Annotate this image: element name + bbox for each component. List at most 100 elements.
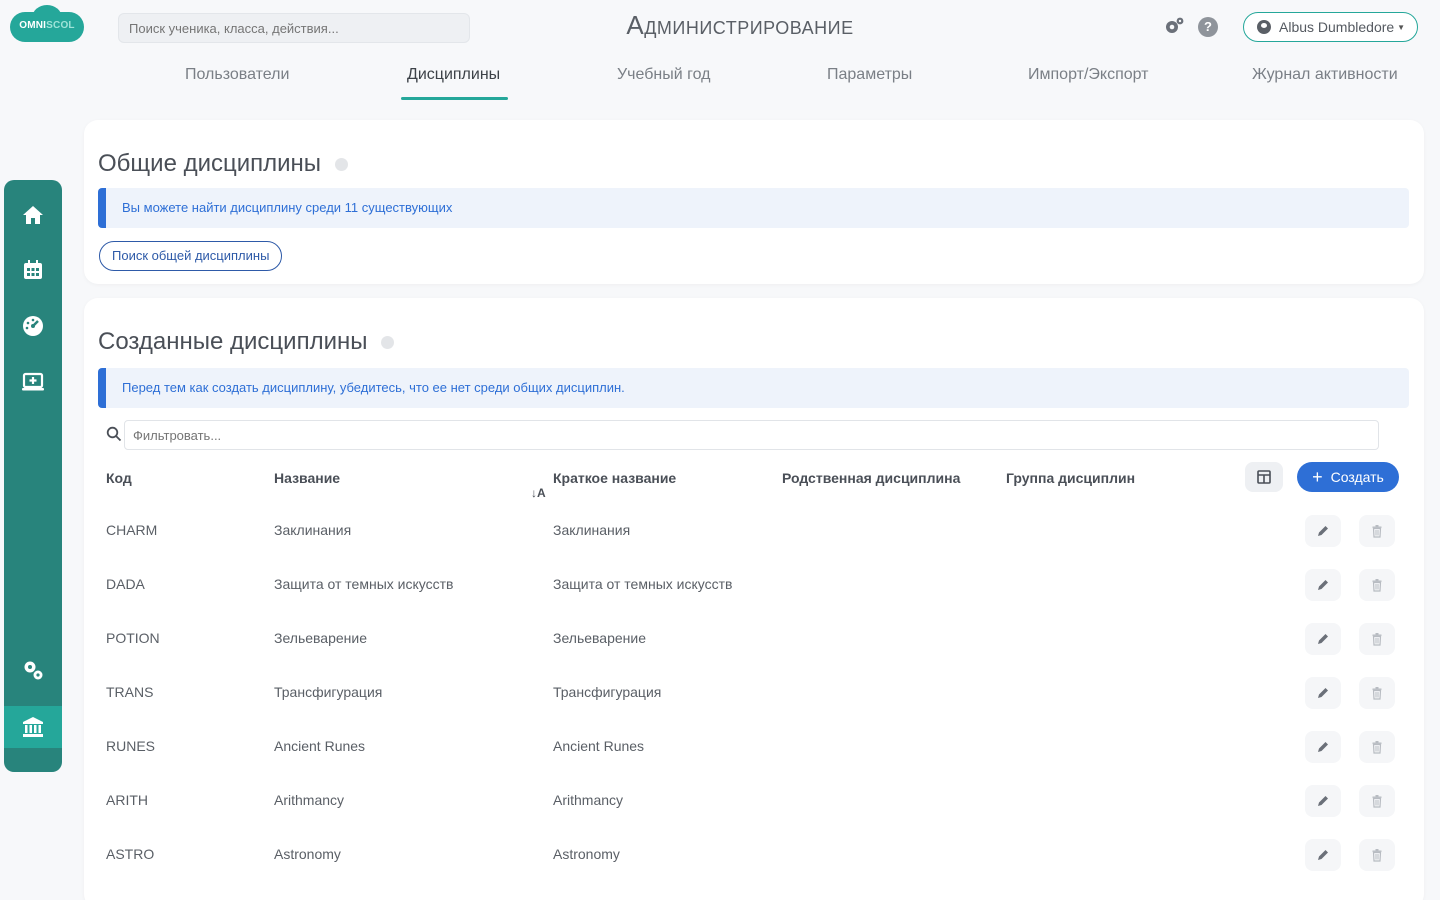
- info-dot-icon[interactable]: [335, 158, 349, 172]
- sidebar-item-calendar[interactable]: [4, 250, 62, 290]
- tab-parameters[interactable]: Параметры: [827, 66, 912, 84]
- column-header-related-discipline[interactable]: Родственная дисциплина: [782, 470, 960, 486]
- cell-name: Ancient Runes: [274, 738, 366, 754]
- search-common-discipline-button[interactable]: Поиск общей дисциплины: [99, 241, 283, 271]
- cell-code: CHARM: [106, 522, 158, 538]
- cell-name: Трансфигурация: [274, 684, 383, 700]
- trash-icon: [1372, 579, 1382, 592]
- cell-name: Arithmancy: [274, 792, 345, 808]
- sidebar: [4, 180, 62, 772]
- delete-button[interactable]: [1359, 785, 1395, 817]
- pencil-icon: [1318, 580, 1328, 590]
- table-icon: [1257, 470, 1271, 484]
- cell-short-name: Ancient Runes: [553, 738, 645, 754]
- cell-code: ASTRO: [106, 846, 155, 862]
- institution-icon: [23, 717, 43, 737]
- cell-short-name: Заклинания: [553, 522, 631, 538]
- logo-text-light: SCOL: [46, 20, 75, 31]
- cell-short-name: Защита от темных искусств: [553, 576, 733, 592]
- create-discipline-button[interactable]: + Создать: [1297, 462, 1399, 492]
- calendar-icon: [24, 260, 42, 279]
- common-disciplines-info: Вы можете найти дисциплину среди 11 суще…: [98, 188, 1409, 228]
- cell-code: ARITH: [106, 792, 148, 808]
- plus-icon: +: [1312, 467, 1323, 487]
- logo-text-main: OMNI: [19, 20, 47, 31]
- sidebar-item-home[interactable]: [4, 195, 62, 235]
- dashboard-icon: [23, 316, 43, 336]
- cell-name: Astronomy: [274, 846, 341, 862]
- table-row: TRANS Трансфигурация Трансфигурация: [84, 666, 1424, 720]
- cell-short-name: Arithmancy: [553, 792, 624, 808]
- app-logo[interactable]: OMNISCOL: [10, 5, 84, 46]
- cell-code: RUNES: [106, 738, 156, 754]
- user-avatar-icon: [1257, 20, 1271, 34]
- trash-icon: [1372, 633, 1382, 646]
- tab-activity-log[interactable]: Журнал активности: [1252, 66, 1398, 84]
- cell-code: POTION: [106, 630, 160, 646]
- cell-short-name: Трансфигурация: [553, 684, 662, 700]
- delete-button[interactable]: [1359, 677, 1395, 709]
- tab-disciplines[interactable]: Дисциплины: [407, 66, 500, 84]
- delete-button[interactable]: [1359, 731, 1395, 763]
- column-header-discipline-group[interactable]: Группа дисциплин: [1006, 470, 1135, 486]
- edit-button[interactable]: [1305, 515, 1341, 547]
- pencil-icon: [1318, 742, 1328, 752]
- admin-tabs: Пользователи Дисциплины Учебный год Пара…: [130, 60, 1430, 100]
- columns-toggle-button[interactable]: [1245, 462, 1283, 492]
- created-disciplines-title: Созданные дисциплины: [98, 328, 395, 356]
- delete-button[interactable]: [1359, 569, 1395, 601]
- home-icon: [23, 206, 43, 224]
- tab-school-year[interactable]: Учебный год: [617, 66, 710, 84]
- sort-az-icon[interactable]: ↓A: [531, 486, 546, 500]
- edit-button[interactable]: [1305, 677, 1341, 709]
- table-row: POTION Зельеварение Зельеварение: [84, 612, 1424, 666]
- common-disciplines-card: Общие дисциплины Вы можете найти дисципл…: [84, 120, 1424, 284]
- sidebar-item-dashboard[interactable]: [4, 306, 62, 346]
- delete-button[interactable]: [1359, 623, 1395, 655]
- pencil-icon: [1318, 526, 1328, 536]
- info-dot-icon[interactable]: [381, 336, 395, 350]
- top-bar: OMNISCOL Администрирование ? Albus Dumbl…: [0, 0, 1440, 56]
- trash-icon: [1372, 741, 1382, 754]
- delete-button[interactable]: [1359, 515, 1395, 547]
- tab-users[interactable]: Пользователи: [185, 66, 289, 84]
- trash-icon: [1372, 525, 1382, 538]
- sidebar-item-screen[interactable]: [4, 362, 62, 402]
- cell-code: DADA: [106, 576, 145, 592]
- sidebar-item-settings[interactable]: [4, 650, 62, 690]
- edit-button[interactable]: [1305, 569, 1341, 601]
- trash-icon: [1372, 795, 1382, 808]
- table-row: ASTRO Astronomy Astronomy: [84, 828, 1424, 882]
- created-disciplines-card: Созданные дисциплины Перед тем как созда…: [84, 298, 1424, 900]
- edit-button[interactable]: [1305, 623, 1341, 655]
- global-search-input[interactable]: [118, 13, 470, 43]
- user-menu-button[interactable]: Albus Dumbledore ▼: [1243, 12, 1418, 42]
- created-disciplines-title-text: Созданные дисциплины: [98, 328, 368, 355]
- help-icon[interactable]: ?: [1198, 17, 1218, 37]
- cell-name: Заклинания: [274, 522, 352, 538]
- cell-code: TRANS: [106, 684, 154, 700]
- edit-button[interactable]: [1305, 731, 1341, 763]
- settings-gear-icon[interactable]: [1162, 16, 1186, 36]
- screen-add-icon: [22, 372, 44, 391]
- delete-button[interactable]: [1359, 839, 1395, 871]
- pencil-icon: [1318, 796, 1328, 806]
- page-title: Администрирование: [626, 10, 854, 40]
- trash-icon: [1372, 849, 1382, 862]
- table-row: RUNES Ancient Runes Ancient Runes: [84, 720, 1424, 774]
- column-header-name[interactable]: Название: [274, 470, 340, 486]
- sidebar-item-institution[interactable]: [4, 706, 62, 748]
- column-header-short-name[interactable]: Краткое название: [553, 470, 676, 486]
- create-discipline-label: Создать: [1330, 469, 1384, 485]
- chevron-down-icon: ▼: [1397, 22, 1406, 32]
- tab-import-export[interactable]: Импорт/Экспорт: [1028, 66, 1149, 84]
- created-disciplines-info: Перед тем как создать дисциплину, убедит…: [98, 368, 1409, 408]
- search-icon: [106, 426, 122, 442]
- filter-input[interactable]: [124, 420, 1379, 450]
- column-header-code[interactable]: Код: [106, 470, 132, 486]
- edit-button[interactable]: [1305, 785, 1341, 817]
- cogs-icon: [24, 661, 43, 680]
- cell-name: Защита от темных искусств: [274, 576, 454, 592]
- pencil-icon: [1318, 634, 1328, 644]
- edit-button[interactable]: [1305, 839, 1341, 871]
